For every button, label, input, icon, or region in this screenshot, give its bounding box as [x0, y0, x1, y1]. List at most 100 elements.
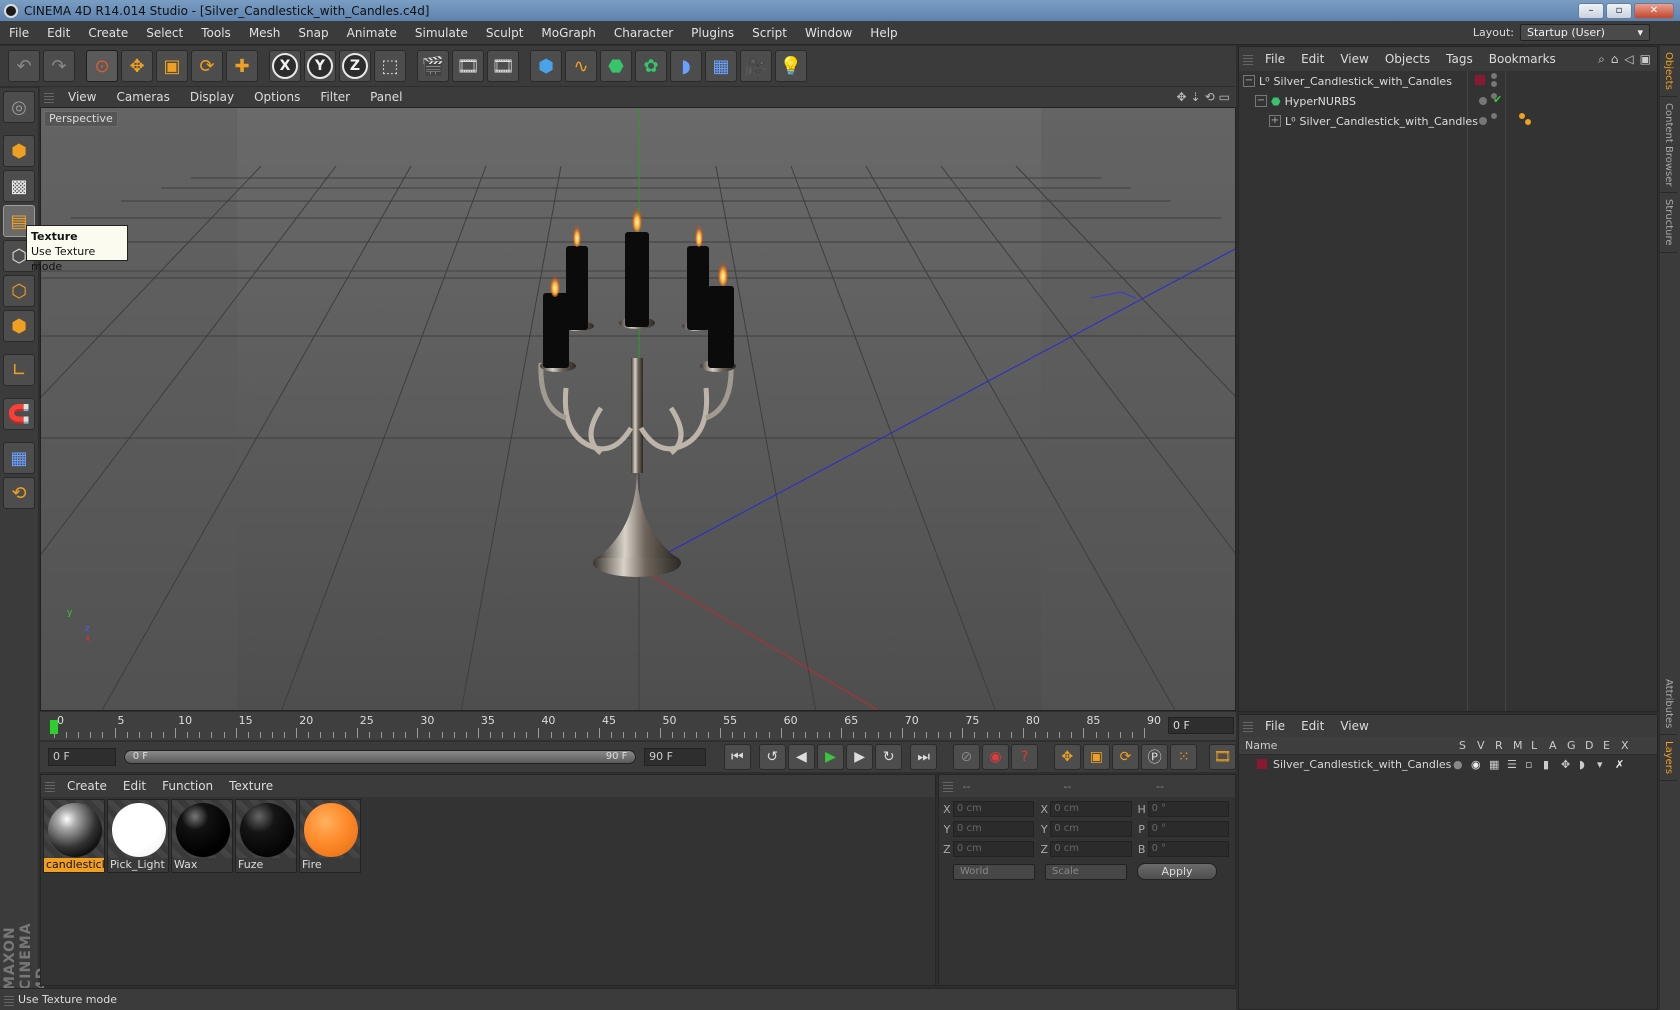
rotate-button[interactable]: ⟳: [191, 50, 223, 82]
expressions-icon[interactable]: ▾: [1597, 758, 1615, 771]
panel-grip[interactable]: [1243, 720, 1253, 732]
tab-layers[interactable]: Layers: [1660, 735, 1677, 782]
material-candlestick[interactable]: candlestick: [43, 799, 105, 873]
object-row[interactable]: + L⁰ Silver_Candlestick_with_Candles: [1239, 111, 1657, 131]
redo-button[interactable]: ↷: [43, 50, 75, 82]
pan-icon[interactable]: ✥: [1176, 90, 1186, 104]
manager-icon[interactable]: ☰: [1507, 758, 1525, 771]
menu-select[interactable]: Select: [137, 21, 192, 45]
object-menu-bookmarks[interactable]: Bookmarks: [1481, 52, 1564, 66]
object-row[interactable]: − ⬣ HyperNURBS ✔: [1239, 91, 1657, 111]
tab-attributes[interactable]: Attributes: [1660, 673, 1677, 736]
material-menu-create[interactable]: Create: [59, 779, 115, 793]
key-scale-button[interactable]: ▣: [1082, 744, 1110, 770]
prev-key-button[interactable]: ↺: [758, 744, 786, 770]
up-icon[interactable]: ◁: [1624, 52, 1633, 66]
scale-dropdown[interactable]: Scale: [1045, 863, 1127, 880]
size-x-field[interactable]: 0 cm: [1050, 801, 1132, 817]
viewport-menu-panel[interactable]: Panel: [360, 90, 412, 104]
new-window-icon[interactable]: ▣: [1640, 52, 1651, 66]
add-button[interactable]: ✚: [226, 50, 258, 82]
menu-create[interactable]: Create: [79, 21, 137, 45]
auto-key-button[interactable]: ?: [1011, 744, 1039, 770]
apply-button[interactable]: Apply: [1137, 863, 1217, 880]
camera-button[interactable]: 🎥: [740, 50, 772, 82]
material-wax[interactable]: Wax: [171, 799, 233, 873]
undo-button[interactable]: ↶: [8, 50, 40, 82]
material-menu-edit[interactable]: Edit: [115, 779, 154, 793]
rot-p-field[interactable]: 0 °: [1147, 821, 1229, 837]
array-button[interactable]: ✿: [635, 50, 667, 82]
menu-sculpt[interactable]: Sculpt: [477, 21, 532, 45]
goto-end-button[interactable]: ⏭: [910, 744, 938, 770]
layer-menu-edit[interactable]: Edit: [1293, 719, 1332, 733]
lock-icon[interactable]: ▫: [1525, 758, 1543, 771]
end-frame-field[interactable]: 90 F: [644, 748, 707, 766]
object-row[interactable]: − L⁰ Silver_Candlestick_with_Candles: [1239, 71, 1657, 91]
next-key-button[interactable]: ↻: [875, 744, 903, 770]
material-menu-texture[interactable]: Texture: [221, 779, 281, 793]
minimize-button[interactable]: –: [1578, 2, 1604, 19]
x-axis-button[interactable]: X: [269, 50, 301, 82]
layer-menu-view[interactable]: View: [1332, 719, 1376, 733]
snap-button[interactable]: 🧲: [3, 398, 35, 430]
play-button[interactable]: ▶: [816, 744, 845, 770]
material-tag-icon[interactable]: [1519, 113, 1525, 119]
generators-icon[interactable]: ✥: [1561, 758, 1579, 771]
playhead[interactable]: [50, 720, 58, 734]
menu-script[interactable]: Script: [743, 21, 796, 45]
panel-grip[interactable]: [45, 780, 55, 792]
tab-content-browser[interactable]: Content Browser: [1660, 97, 1677, 194]
menu-file[interactable]: File: [0, 21, 38, 45]
light-button[interactable]: 💡: [775, 50, 807, 82]
cube-button[interactable]: ⬢: [530, 50, 562, 82]
size-y-field[interactable]: 0 cm: [1050, 821, 1132, 837]
locked-workplane-button[interactable]: ⟲: [3, 477, 35, 509]
start-frame-field[interactable]: 0 F: [48, 748, 116, 766]
tree-toggle[interactable]: −: [1255, 95, 1267, 107]
material-pick-light[interactable]: Pick_Light: [107, 799, 169, 873]
viewport-menu-display[interactable]: Display: [180, 90, 244, 104]
keyframe-selection-button[interactable]: ⊘: [952, 744, 980, 770]
viewport-menu-cameras[interactable]: Cameras: [106, 90, 179, 104]
render-picture-viewer-button[interactable]: 🎞: [452, 50, 484, 82]
pos-x-field[interactable]: 0 cm: [952, 801, 1035, 817]
size-z-field[interactable]: 0 cm: [1050, 841, 1132, 857]
menu-window[interactable]: Window: [796, 21, 861, 45]
live-selection-button[interactable]: ⊙: [86, 50, 118, 82]
record-button[interactable]: ◉: [981, 744, 1009, 770]
model-mode-button[interactable]: ⬢: [3, 135, 35, 167]
menu-tools[interactable]: Tools: [192, 21, 240, 45]
render-icon[interactable]: ▦: [1489, 758, 1507, 771]
orbit-icon[interactable]: ⟲: [1205, 90, 1215, 104]
make-editable-button[interactable]: ◎: [3, 91, 35, 123]
prev-frame-button[interactable]: ◀: [787, 744, 815, 770]
menu-character[interactable]: Character: [605, 21, 682, 45]
layer-menu-file[interactable]: File: [1257, 719, 1293, 733]
render-dot[interactable]: [1491, 113, 1497, 119]
close-button[interactable]: ✕: [1634, 2, 1674, 19]
goto-start-button[interactable]: ⏮: [723, 744, 751, 770]
menu-plugins[interactable]: Plugins: [682, 21, 743, 45]
material-fuze[interactable]: Fuze: [235, 799, 297, 873]
workplane-lock-button[interactable]: ▦: [3, 442, 35, 474]
layer-row[interactable]: Silver_Candlestick_with_Candles ● ◉ ▦ ☰ …: [1239, 755, 1657, 773]
tree-toggle[interactable]: +: [1269, 115, 1281, 127]
visibility-dot[interactable]: [1479, 117, 1487, 125]
viewport-menu-view[interactable]: View: [58, 90, 106, 104]
menu-mograph[interactable]: MoGraph: [532, 21, 605, 45]
z-axis-button[interactable]: Z: [339, 50, 371, 82]
tab-objects[interactable]: Objects: [1660, 46, 1677, 97]
layout-select[interactable]: Startup (User) ▾: [1520, 24, 1650, 41]
timeline-window-button[interactable]: 🎞: [1208, 744, 1237, 770]
search-icon[interactable]: ⌕: [1598, 52, 1605, 67]
maximize-view-icon[interactable]: ▭: [1219, 90, 1230, 104]
move-button[interactable]: ✥: [121, 50, 153, 82]
animation-icon[interactable]: ▮: [1543, 758, 1561, 771]
frame-range-slider[interactable]: 0 F 90 F: [123, 750, 637, 764]
key-parameter-button[interactable]: Ⓟ: [1141, 744, 1169, 770]
dolly-icon[interactable]: ⇣: [1191, 90, 1201, 104]
rot-h-field[interactable]: 0 °: [1147, 801, 1229, 817]
pos-z-field[interactable]: 0 cm: [952, 841, 1035, 857]
panel-grip[interactable]: [44, 91, 54, 103]
